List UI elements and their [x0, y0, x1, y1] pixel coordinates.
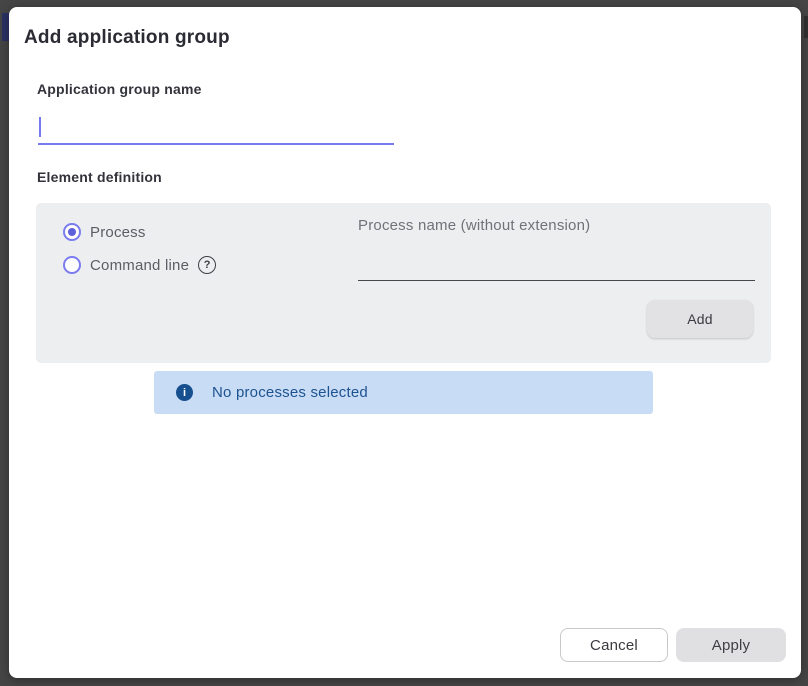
element-definition-label: Element definition [37, 169, 162, 185]
background-scrollbar-thumb [804, 16, 808, 38]
info-banner-text: No processes selected [212, 384, 368, 401]
process-name-label: Process name (without extension) [358, 217, 590, 234]
info-icon: i [176, 384, 193, 401]
radio-command-line[interactable]: Command line ? [63, 256, 216, 274]
process-name-input[interactable] [358, 249, 755, 281]
dialog-title: Add application group [24, 27, 230, 49]
element-definition-panel: Process Command line ? Process name (wit… [36, 203, 771, 363]
info-banner: i No processes selected [154, 371, 653, 414]
apply-button[interactable]: Apply [676, 628, 786, 662]
text-cursor [39, 117, 41, 137]
screen: { "dialog": { "title": "Add application … [0, 0, 808, 686]
add-application-group-dialog: Add application group Application group … [9, 7, 801, 678]
background-nav-sliver [2, 13, 9, 41]
radio-dot [68, 228, 76, 236]
radio-process[interactable]: Process [63, 223, 146, 241]
radio-command-line-label: Command line [90, 257, 189, 274]
help-icon[interactable]: ? [198, 256, 216, 274]
add-button[interactable]: Add [647, 300, 753, 338]
group-name-label: Application group name [37, 81, 202, 97]
radio-selected-icon [63, 223, 81, 241]
radio-unselected-icon [63, 256, 81, 274]
cancel-button[interactable]: Cancel [560, 628, 668, 662]
radio-process-label: Process [90, 224, 146, 241]
group-name-input[interactable] [38, 110, 394, 145]
